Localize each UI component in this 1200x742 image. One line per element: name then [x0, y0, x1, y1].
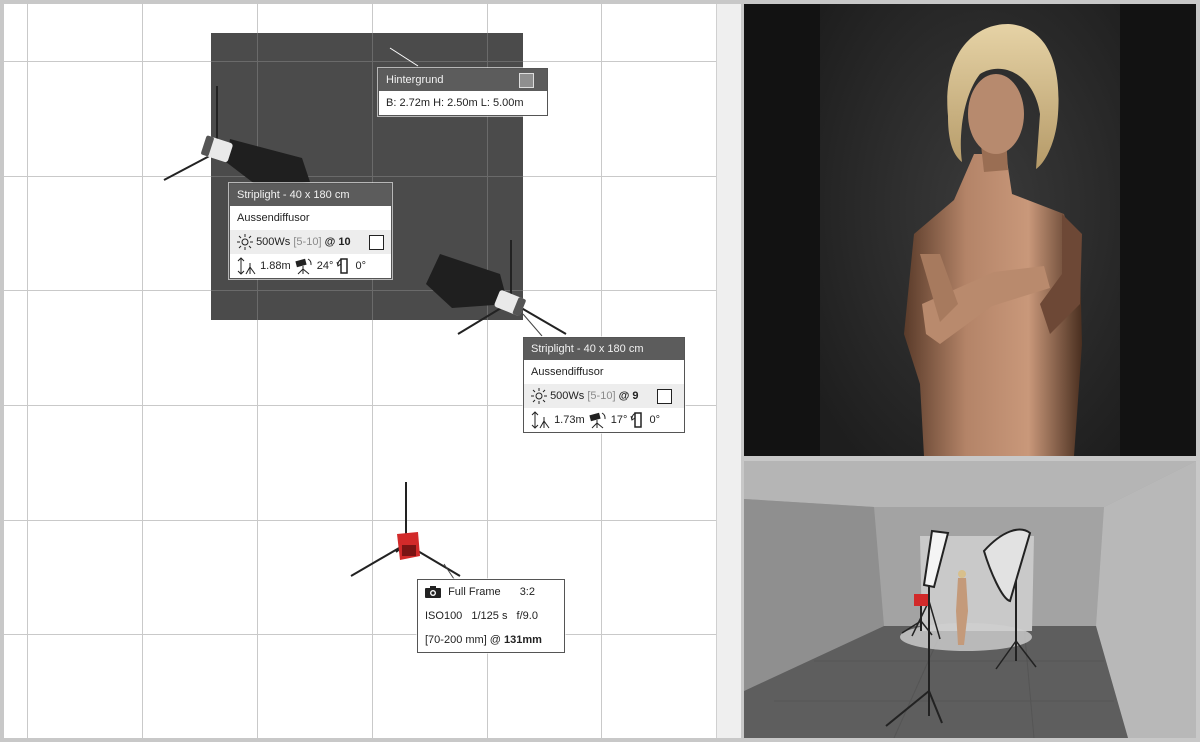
camera-lens[interactable]: [70-200 mm] @ [425, 634, 501, 646]
camera-sensor-row[interactable]: Full Frame 3:2 [418, 580, 564, 604]
backdrop-dimensions: B: 2.72m H: 2.50m L: 5.00m [386, 97, 524, 109]
light-2-power-row[interactable]: 500Ws [5-10] @ 9 [524, 384, 684, 408]
light-2-level[interactable]: 9 [632, 390, 638, 402]
render-preview-image [744, 4, 1196, 456]
light-2-height[interactable]: 1.73m [554, 414, 585, 426]
studio-3d-view[interactable] [744, 461, 1196, 738]
camera-ratio[interactable]: 3:2 [520, 586, 535, 598]
camera-focal-length[interactable]: 131mm [504, 634, 542, 646]
light-1-level[interactable]: 10 [338, 236, 350, 248]
camera-exposure-row[interactable]: ISO100 1/125 s f/9.0 [418, 604, 564, 628]
height-arrows-icon [237, 257, 257, 275]
light-1-modifier[interactable]: Aussendiffusor [230, 206, 391, 230]
light-1-range: [5-10] [293, 236, 322, 248]
light-1-at: @ [324, 236, 336, 248]
light-1-tilt[interactable]: 24° [317, 260, 334, 272]
camera-iso[interactable]: ISO100 [425, 610, 462, 622]
height-arrows-icon [531, 411, 551, 429]
tilt-head-icon [294, 257, 314, 275]
studio-3d-canvas[interactable] [744, 461, 1196, 738]
rotation-icon [630, 411, 646, 429]
light-2-range: [5-10] [587, 390, 616, 402]
light-2-rotation[interactable]: 0° [650, 414, 661, 426]
camera-tripod[interactable] [350, 482, 461, 580]
light-2-panel[interactable]: Striplight - 40 x 180 cm Aussendiffusor … [523, 337, 685, 433]
light-1-color-swatch[interactable] [369, 235, 384, 250]
light-1-power-row[interactable]: 500Ws [5-10] @ 10 [230, 230, 391, 254]
light-1-power: 500Ws [256, 236, 291, 248]
plan-scrollbar[interactable] [716, 4, 741, 738]
render-preview [744, 4, 1196, 456]
sun-icon [531, 388, 547, 405]
rotation-icon [336, 257, 352, 275]
tilt-head-icon [588, 411, 608, 429]
camera-panel[interactable]: Full Frame 3:2 ISO100 1/125 s f/9.0 [70-… [417, 579, 565, 653]
sun-icon [237, 234, 253, 251]
floor-plan[interactable]: Hintergrund B: 2.72m H: 2.50m L: 5.00m S… [4, 4, 716, 738]
light-2-tilt[interactable]: 17° [611, 414, 628, 426]
backdrop-header[interactable]: Hintergrund [379, 69, 547, 91]
light-1-position-row[interactable]: 1.88m 24° 0° [230, 254, 391, 278]
camera-icon [425, 586, 441, 599]
backdrop-title: Hintergrund [386, 74, 444, 86]
light-2-position-row[interactable]: 1.73m 17° 0° [524, 408, 684, 432]
light-2-power: 500Ws [550, 390, 585, 402]
backdrop-color-swatch[interactable] [519, 73, 534, 88]
light-2-title: Striplight - 40 x 180 cm [524, 338, 684, 360]
camera-sensor[interactable]: Full Frame [448, 586, 501, 598]
light-1-title: Striplight - 40 x 180 cm [230, 184, 391, 206]
light-2-modifier[interactable]: Aussendiffusor [524, 360, 684, 384]
camera-aperture[interactable]: f/9.0 [517, 610, 538, 622]
light-1-height[interactable]: 1.88m [260, 260, 291, 272]
light-2-at: @ [618, 390, 630, 402]
backdrop-info-panel[interactable]: Hintergrund B: 2.72m H: 2.50m L: 5.00m [378, 68, 548, 116]
light-1-rotation[interactable]: 0° [356, 260, 367, 272]
camera-lens-row[interactable]: [70-200 mm] @ 131mm [418, 628, 564, 652]
light-2-color-swatch[interactable] [657, 389, 672, 404]
camera-shutter[interactable]: 1/125 s [471, 610, 507, 622]
light-1-panel[interactable]: Striplight - 40 x 180 cm Aussendiffusor … [229, 183, 392, 279]
